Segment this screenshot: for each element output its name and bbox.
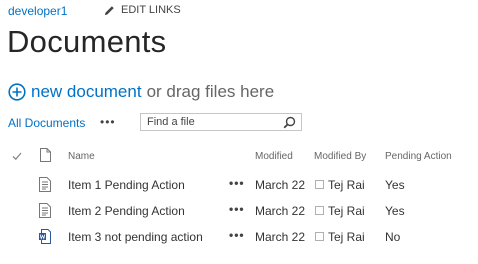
table-row[interactable]: Item 3 not pending action ••• March 22 T…: [0, 224, 478, 250]
new-document-area[interactable]: new document or drag files here: [8, 82, 274, 102]
more-views-button[interactable]: •••: [100, 115, 116, 129]
presence-icon: [315, 232, 324, 241]
row-modified: March 22: [255, 178, 306, 192]
page-title: Documents: [7, 24, 167, 59]
row-modified-by[interactable]: Tej Rai: [328, 230, 365, 244]
table-row[interactable]: Item 2 Pending Action ••• March 22 Tej R…: [0, 198, 478, 224]
plus-circle-icon[interactable]: [8, 83, 26, 101]
row-name-link[interactable]: Item 3 not pending action: [68, 230, 203, 244]
row-modified: March 22: [255, 204, 306, 218]
column-modified-by[interactable]: Modified By: [314, 151, 366, 162]
row-name-link[interactable]: Item 2 Pending Action: [68, 204, 185, 218]
row-modified-by[interactable]: Tej Rai: [328, 204, 365, 218]
row-modified-by[interactable]: Tej Rai: [328, 178, 365, 192]
pencil-icon: [104, 5, 114, 15]
row-menu-button[interactable]: •••: [229, 176, 245, 190]
presence-icon: [315, 180, 324, 189]
row-pending-action: Yes: [385, 178, 405, 192]
column-name[interactable]: Name: [68, 151, 95, 162]
new-document-link[interactable]: new document: [31, 82, 142, 102]
search-box[interactable]: [140, 113, 302, 131]
column-modified[interactable]: Modified: [255, 151, 293, 162]
search-input[interactable]: [141, 116, 288, 128]
file-type-icon: [40, 148, 51, 162]
edit-links-label: EDIT LINKS: [121, 4, 181, 16]
row-pending-action: Yes: [385, 204, 405, 218]
drag-files-hint: or drag files here: [146, 82, 275, 101]
row-pending-action: No: [385, 230, 401, 244]
row-name-link[interactable]: Item 1 Pending Action: [68, 178, 185, 192]
edit-links-button[interactable]: EDIT LINKS: [104, 4, 181, 16]
column-pending-action[interactable]: Pending Action: [385, 151, 452, 162]
view-all-documents[interactable]: All Documents: [8, 116, 85, 130]
select-all-check-icon[interactable]: [12, 151, 22, 161]
search-icon[interactable]: [283, 116, 296, 129]
row-menu-button[interactable]: •••: [229, 228, 245, 242]
row-modified: March 22: [255, 230, 306, 244]
presence-icon: [315, 206, 324, 215]
row-menu-button[interactable]: •••: [229, 202, 245, 216]
breadcrumb-site-link[interactable]: developer1: [8, 4, 67, 18]
word-doc-icon: [39, 229, 51, 244]
view-bar: All Documents •••: [8, 113, 302, 133]
column-header-row: Name Modified Modified By Pending Action: [0, 148, 478, 164]
text-doc-icon: [39, 177, 51, 192]
table-row[interactable]: Item 1 Pending Action ••• March 22 Tej R…: [0, 172, 478, 198]
text-doc-icon: [39, 203, 51, 218]
